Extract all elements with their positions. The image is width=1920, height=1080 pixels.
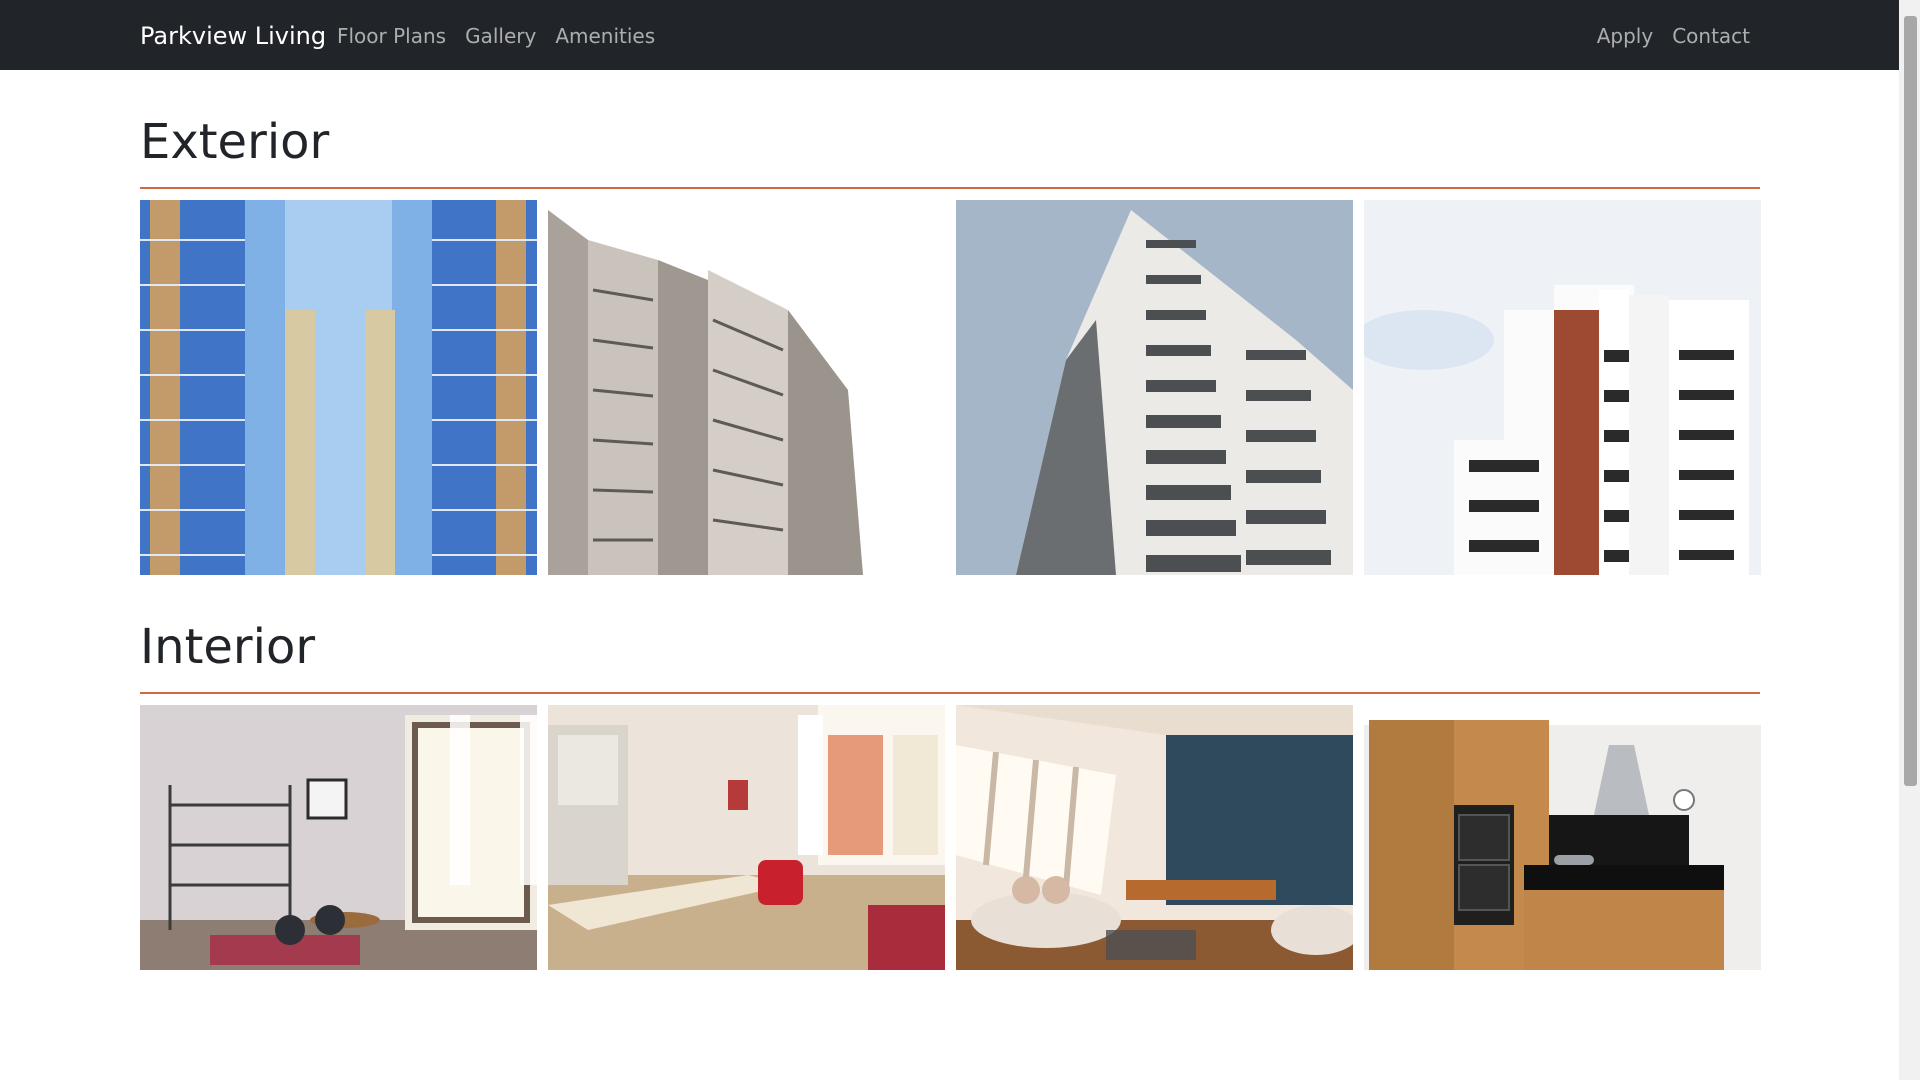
dining-room-harp-photo[interactable] [140, 705, 537, 970]
glass-tower-photo[interactable] [140, 200, 537, 575]
nav-link-contact[interactable]: Contact [1672, 23, 1750, 49]
highrise-balconies-photo[interactable] [956, 200, 1353, 575]
nav-right-links: Apply Contact [1597, 23, 1750, 49]
section-divider [140, 187, 1760, 189]
brand-link[interactable]: Parkview Living [140, 20, 326, 52]
top-navbar: Parkview Living Floor Plans Gallery Amen… [0, 0, 1899, 70]
exterior-gallery [140, 200, 1761, 575]
concrete-tower-photo[interactable] [548, 200, 945, 575]
nav-link-apply[interactable]: Apply [1597, 23, 1653, 49]
wood-kitchen-photo[interactable] [1364, 705, 1761, 970]
nav-link-floor-plans[interactable]: Floor Plans [337, 23, 446, 49]
nav-link-amenities[interactable]: Amenities [555, 23, 655, 49]
nav-link-gallery[interactable]: Gallery [465, 23, 536, 49]
interior-gallery [140, 705, 1761, 970]
scrollbar-thumb[interactable] [1904, 16, 1917, 786]
nav-left-links: Floor Plans Gallery Amenities [337, 23, 655, 49]
section-divider [140, 692, 1760, 694]
page-scrollbar[interactable] [1899, 0, 1920, 1080]
section-title-exterior: Exterior [140, 114, 330, 170]
white-red-tower-photo[interactable] [1364, 200, 1761, 575]
attic-living-room-photo[interactable] [956, 705, 1353, 970]
section-title-interior: Interior [140, 619, 316, 675]
kitchen-dining-photo[interactable] [548, 705, 945, 970]
